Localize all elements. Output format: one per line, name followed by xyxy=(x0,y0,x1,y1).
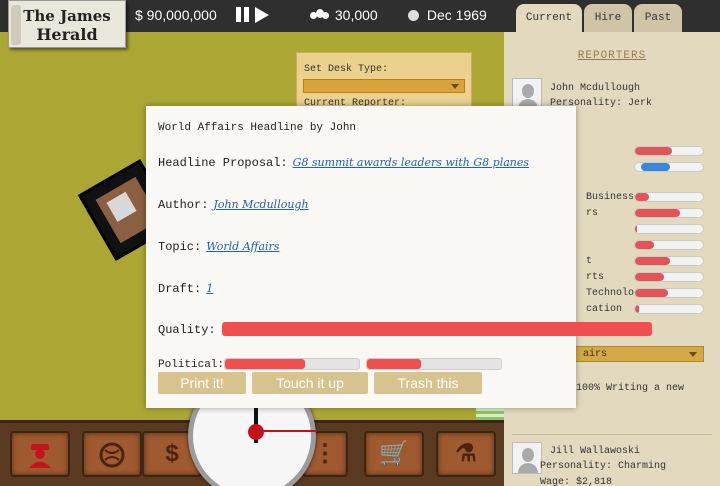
logo-line-1: The James xyxy=(23,7,111,25)
employee-count-value: 30,000 xyxy=(334,7,378,23)
draft-value[interactable]: 1 xyxy=(206,282,213,295)
skill-label: Business xyxy=(586,192,635,203)
clock-second-hand xyxy=(257,430,317,432)
writing-status: 100% Writing a new xyxy=(576,383,685,394)
tab-hire[interactable]: Hire xyxy=(584,4,632,32)
play-button[interactable] xyxy=(255,7,269,23)
status-bar xyxy=(634,162,704,172)
desk-type-label: Set Desk Type: xyxy=(304,64,389,75)
print-button[interactable]: Print it! xyxy=(158,372,246,394)
money-display: $ 90,000,000 xyxy=(135,7,217,23)
newspaper-logo: The James Herald xyxy=(8,0,126,48)
beat-select-value: airs xyxy=(583,349,608,360)
skill-label: rts xyxy=(586,272,605,283)
reporter-personality: Personality: Charming xyxy=(540,461,667,472)
status-bar xyxy=(634,146,704,156)
topic-field: Topic: World Affairs xyxy=(158,240,279,254)
author-field: Author: John Mcdullough xyxy=(158,198,309,212)
clock-center xyxy=(248,424,264,440)
touch-up-button[interactable]: Touch it up xyxy=(252,372,368,394)
globe-icon xyxy=(99,442,125,468)
headline-field: Headline Proposal: G8 summit awards leade… xyxy=(158,156,529,170)
skill-label: cation xyxy=(586,304,623,315)
headline-label: Headline Proposal: xyxy=(158,156,288,170)
headline-value[interactable]: G8 summit awards leaders with G8 planes xyxy=(293,156,529,169)
author-value[interactable]: John Mcdullough xyxy=(213,198,308,211)
author-label: Author: xyxy=(158,198,209,212)
topic-value[interactable]: World Affairs xyxy=(206,240,279,253)
political-bar-left xyxy=(224,358,360,370)
skill-bar xyxy=(634,272,704,282)
topic-label: Topic: xyxy=(158,240,202,254)
research-button[interactable]: ⚗ xyxy=(436,431,496,477)
people-icon xyxy=(310,9,329,21)
headline-dialog: World Affairs Headline by John Headline … xyxy=(146,106,652,408)
logo-line-2: Herald xyxy=(36,25,98,44)
shop-button[interactable]: 🛒 xyxy=(364,431,424,477)
chevron-down-icon xyxy=(689,352,697,357)
skill-label: t xyxy=(586,256,593,267)
reporter-name: John Mcdullough xyxy=(550,83,641,94)
dialog-title: World Affairs Headline by John xyxy=(158,122,357,134)
reporter-icon xyxy=(29,444,51,468)
quality-bar xyxy=(222,322,652,336)
skill-bar xyxy=(634,288,704,298)
employee-count: 30,000 xyxy=(310,7,378,23)
flask-icon: ⚗ xyxy=(455,440,477,467)
clock-icon xyxy=(408,10,419,21)
world-news-button[interactable] xyxy=(82,431,142,477)
game-date-value: Dec 1969 xyxy=(426,7,487,23)
skill-bar xyxy=(634,192,704,202)
pause-button[interactable] xyxy=(236,7,250,22)
skill-bar xyxy=(634,240,704,250)
desk-type-select[interactable] xyxy=(303,79,465,93)
divider xyxy=(512,434,712,435)
reporters-heading: REPORTERS xyxy=(577,50,647,62)
draft-label: Draft: xyxy=(158,282,202,296)
skill-label: rs xyxy=(586,208,599,219)
reporter-name: Jill Wallawoski xyxy=(550,446,641,457)
reporter-wage: Wage: $2,818 xyxy=(540,477,613,486)
skill-bar xyxy=(634,304,704,314)
political-bar-right xyxy=(366,358,502,370)
tab-past[interactable]: Past xyxy=(634,4,682,32)
trash-button[interactable]: Trash this xyxy=(374,372,482,394)
tab-current[interactable]: Current xyxy=(516,4,582,32)
game-date: Dec 1969 xyxy=(408,7,487,23)
avatar[interactable] xyxy=(512,442,542,474)
cart-icon: 🛒 xyxy=(379,440,409,467)
skill-bar xyxy=(634,224,704,234)
political-label: Political: xyxy=(158,359,225,371)
quality-label: Quality: xyxy=(158,323,216,337)
hire-staff-button[interactable] xyxy=(10,431,70,477)
chevron-down-icon xyxy=(451,84,459,89)
skill-bar xyxy=(634,208,704,218)
skill-bar xyxy=(634,256,704,266)
draft-field: Draft: 1 xyxy=(158,282,213,296)
